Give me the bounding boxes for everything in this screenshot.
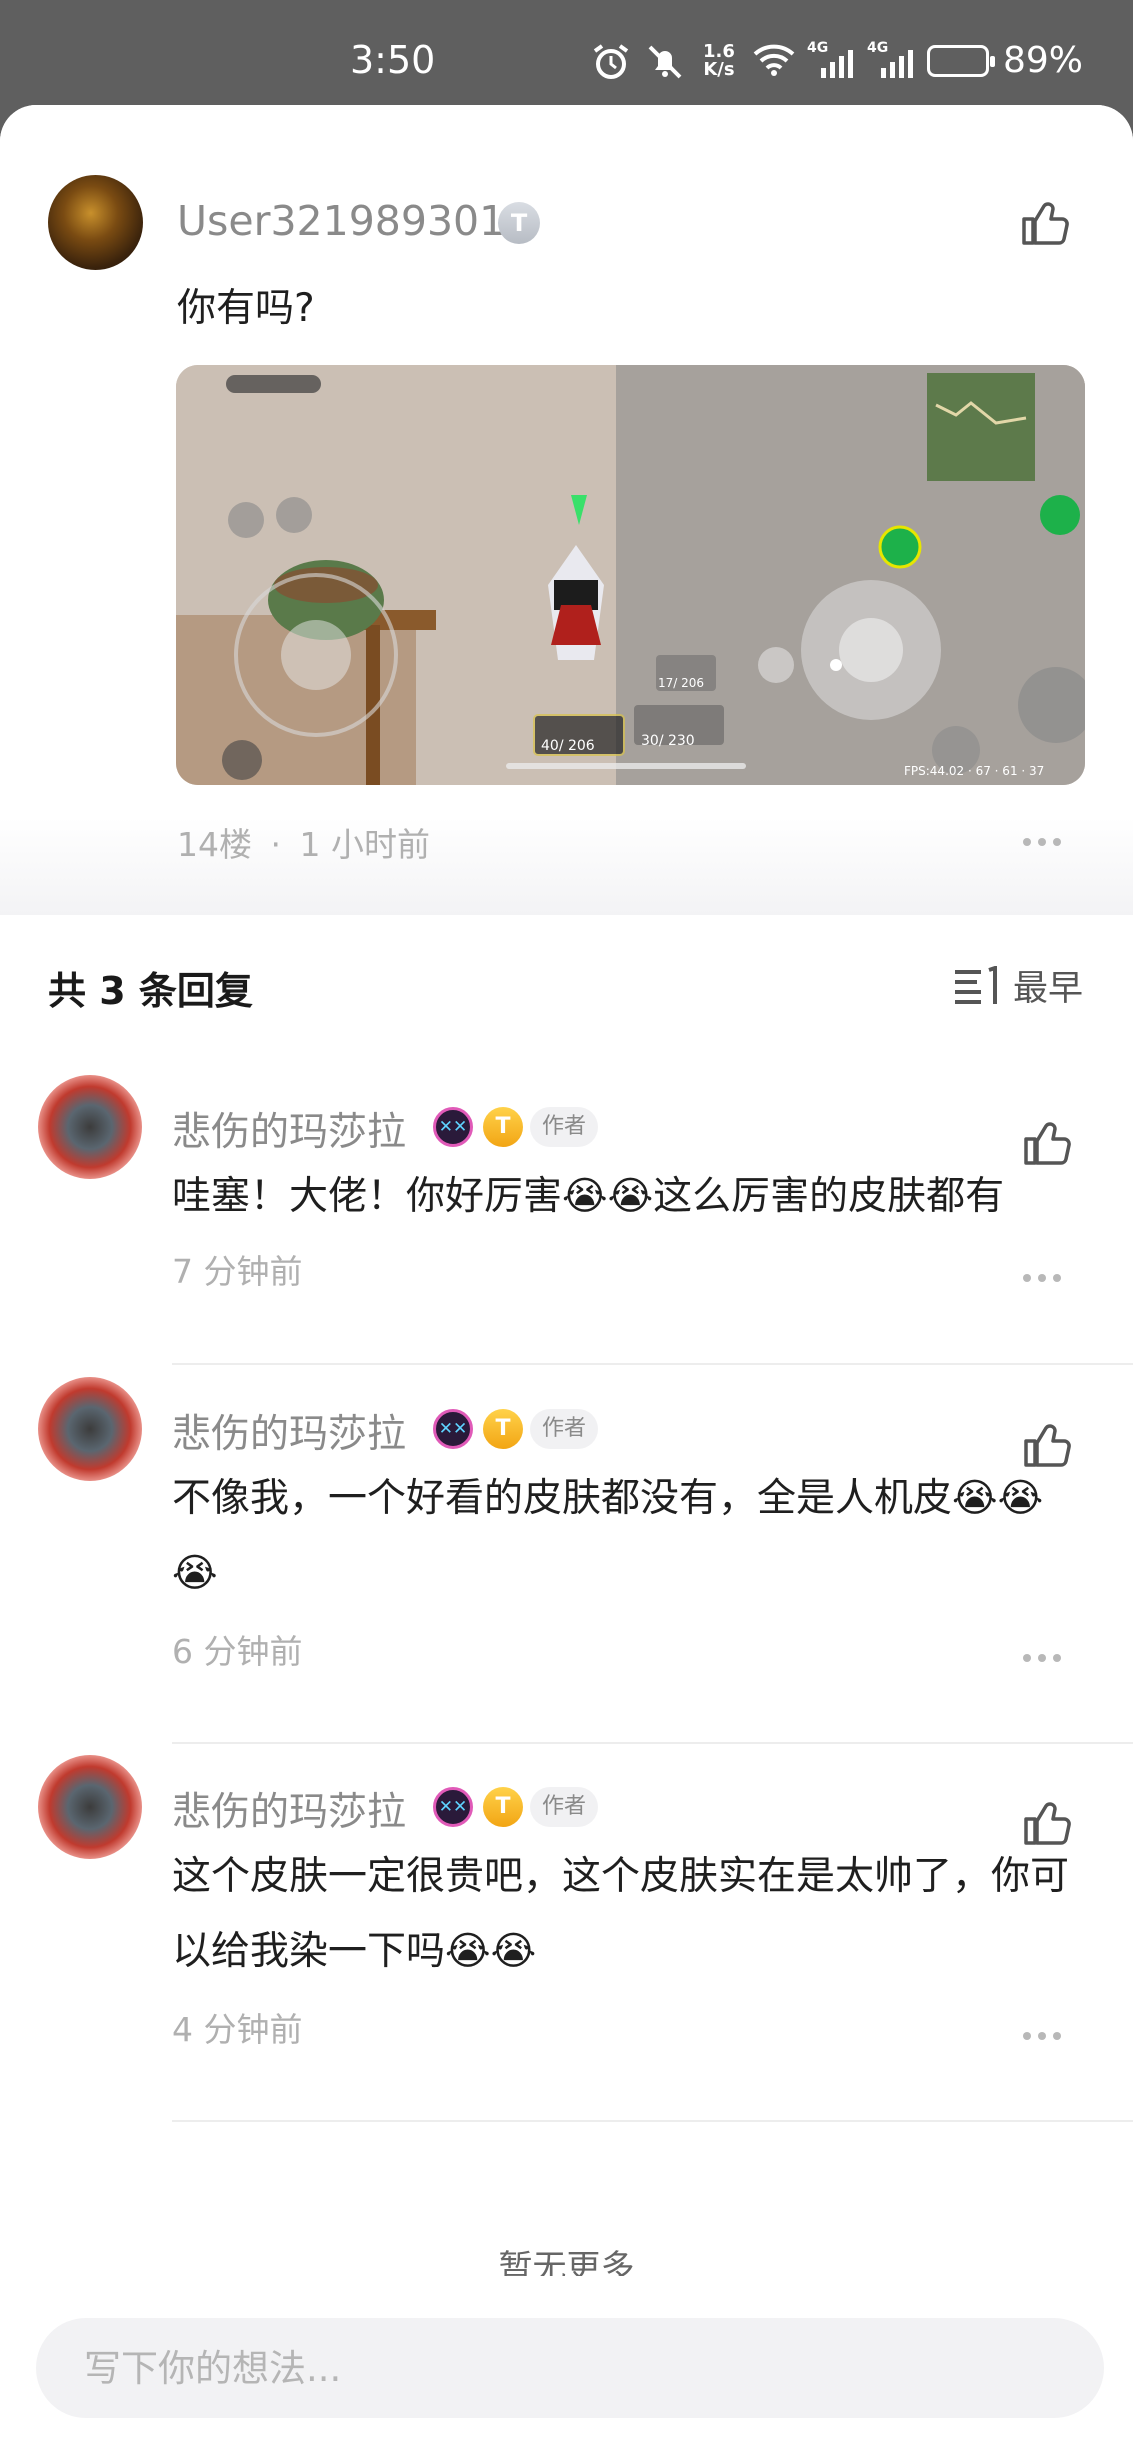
reply-text: 这个皮肤一定很贵吧，这个皮肤实在是太帅了，你可以给我染一下吗😭😭 bbox=[172, 1854, 1070, 1974]
reply-time: 7 分钟前 bbox=[172, 1252, 303, 1291]
status-time: 3:50 bbox=[350, 38, 436, 82]
hud-ammo-secondary: 30/ 230 bbox=[641, 733, 695, 749]
thumbs-up-icon bbox=[1022, 202, 1069, 245]
more-dots-icon bbox=[1023, 838, 1061, 846]
status-icons: 1.6 K/s 4G 4G 89% bbox=[591, 40, 1083, 81]
author-tag: 作者 bbox=[530, 1107, 599, 1147]
skull-badge-icon: ✕✕ bbox=[433, 1787, 473, 1827]
reply-count-title: 共 3 条回复 bbox=[48, 969, 253, 1013]
comment-input-bar bbox=[0, 2276, 1133, 2453]
battery-icon bbox=[926, 44, 995, 77]
more-button[interactable] bbox=[1022, 1633, 1062, 1673]
reply-username[interactable]: 悲伤的玛莎拉 bbox=[172, 1403, 406, 1459]
reply-time: 4 分钟前 bbox=[172, 2010, 303, 2049]
level-badge: T bbox=[483, 1787, 523, 1827]
reply-username[interactable]: 悲伤的玛莎拉 bbox=[172, 1101, 406, 1157]
signal-icon-2: 4G bbox=[867, 40, 913, 78]
speed-unit: K/s bbox=[703, 58, 735, 80]
reply-item-1: 悲伤的玛莎拉 ✕✕ T 作者 哇塞！大佬！你好厉害😭😭这么厉害的皮肤都有 7 分… bbox=[0, 1075, 1133, 1395]
hud-ammo-main: 40/ 206 bbox=[541, 738, 595, 754]
avatar[interactable] bbox=[48, 175, 143, 270]
network-speed: 1.6 K/s bbox=[699, 40, 739, 80]
reply-text: 哇塞！大佬！你好厉害😭😭这么厉害的皮肤都有 bbox=[172, 1174, 1005, 1219]
sort-label: 最早 bbox=[1012, 969, 1083, 1009]
more-dots-icon bbox=[1023, 2032, 1061, 2040]
signal-tag-2: 4G bbox=[866, 39, 889, 56]
more-dots-icon bbox=[1023, 1654, 1061, 1662]
divider bbox=[172, 2120, 1133, 2122]
sort-button[interactable]: 最早 bbox=[953, 960, 1083, 1011]
hud-ammo-pistol: 17/ 206 bbox=[658, 676, 704, 690]
comment-text: 你有吗? bbox=[177, 286, 315, 331]
reply-username[interactable]: 悲伤的玛莎拉 bbox=[172, 1781, 406, 1837]
more-button[interactable] bbox=[1022, 2011, 1062, 2051]
skull-badge-icon: ✕✕ bbox=[433, 1107, 473, 1147]
alarm-icon bbox=[591, 43, 631, 79]
comment-time: 1 小时前 bbox=[299, 825, 431, 864]
reply-time: 6 分钟前 bbox=[172, 1632, 303, 1671]
more-dots-icon bbox=[1023, 1274, 1061, 1282]
wifi-icon bbox=[753, 43, 795, 79]
game-screenshot: 40/ 206 30/ 230 17/ 206 FPS:44.02 · 67 ·… bbox=[176, 365, 1085, 785]
comment-sheet: User321989301 T 你有吗? 40/ 206 30/ 230 17/… bbox=[0, 105, 1133, 2453]
author-tag: 作者 bbox=[530, 1787, 599, 1827]
avatar[interactable] bbox=[38, 1377, 142, 1481]
avatar[interactable] bbox=[38, 1075, 142, 1179]
level-badge: T bbox=[483, 1107, 523, 1147]
signal-icon-1: 4G bbox=[807, 40, 853, 78]
username[interactable]: User321989301 bbox=[177, 197, 505, 245]
hud-fps: FPS:44.02 · 67 · 61 · 37 bbox=[904, 764, 1044, 778]
divider bbox=[172, 1363, 1133, 1365]
speed-value: 1.6 bbox=[703, 40, 735, 62]
reply-text: 不像我，一个好看的皮肤都没有，全是人机皮😭😭😭 bbox=[172, 1476, 1044, 1596]
more-button[interactable] bbox=[1022, 1253, 1062, 1293]
level-badge: T bbox=[483, 1409, 523, 1449]
comment-image[interactable]: 40/ 206 30/ 230 17/ 206 FPS:44.02 · 67 ·… bbox=[176, 365, 1085, 785]
reply-item-2: 悲伤的玛莎拉 ✕✕ T 作者 不像我，一个好看的皮肤都没有，全是人机皮😭😭😭 6… bbox=[0, 1377, 1133, 1757]
status-bar: 3:50 1.6 K/s 4G 4G 89% bbox=[0, 0, 1133, 110]
main-comment: User321989301 T 你有吗? 40/ 206 30/ 230 17/… bbox=[0, 105, 1133, 915]
comment-meta: 14楼 · 1 小时前 bbox=[177, 818, 430, 866]
meta-separator: · bbox=[270, 825, 282, 864]
mute-bell-icon bbox=[645, 43, 685, 79]
author-tag: 作者 bbox=[530, 1409, 599, 1449]
more-button[interactable] bbox=[1022, 817, 1062, 857]
avatar[interactable] bbox=[38, 1755, 142, 1859]
reply-item-3: 悲伤的玛莎拉 ✕✕ T 作者 这个皮肤一定很贵吧，这个皮肤实在是太帅了，你可以给… bbox=[0, 1755, 1133, 2135]
floor-number: 14楼 bbox=[177, 825, 252, 864]
like-button[interactable] bbox=[1018, 197, 1070, 249]
signal-tag-1: 4G bbox=[806, 39, 829, 56]
sort-list-icon bbox=[954, 965, 997, 1004]
skull-badge-icon: ✕✕ bbox=[433, 1409, 473, 1449]
divider bbox=[172, 1742, 1133, 1744]
level-badge: T bbox=[498, 202, 540, 244]
comment-input[interactable] bbox=[36, 2318, 1104, 2418]
battery-percent: 89% bbox=[1002, 40, 1083, 81]
